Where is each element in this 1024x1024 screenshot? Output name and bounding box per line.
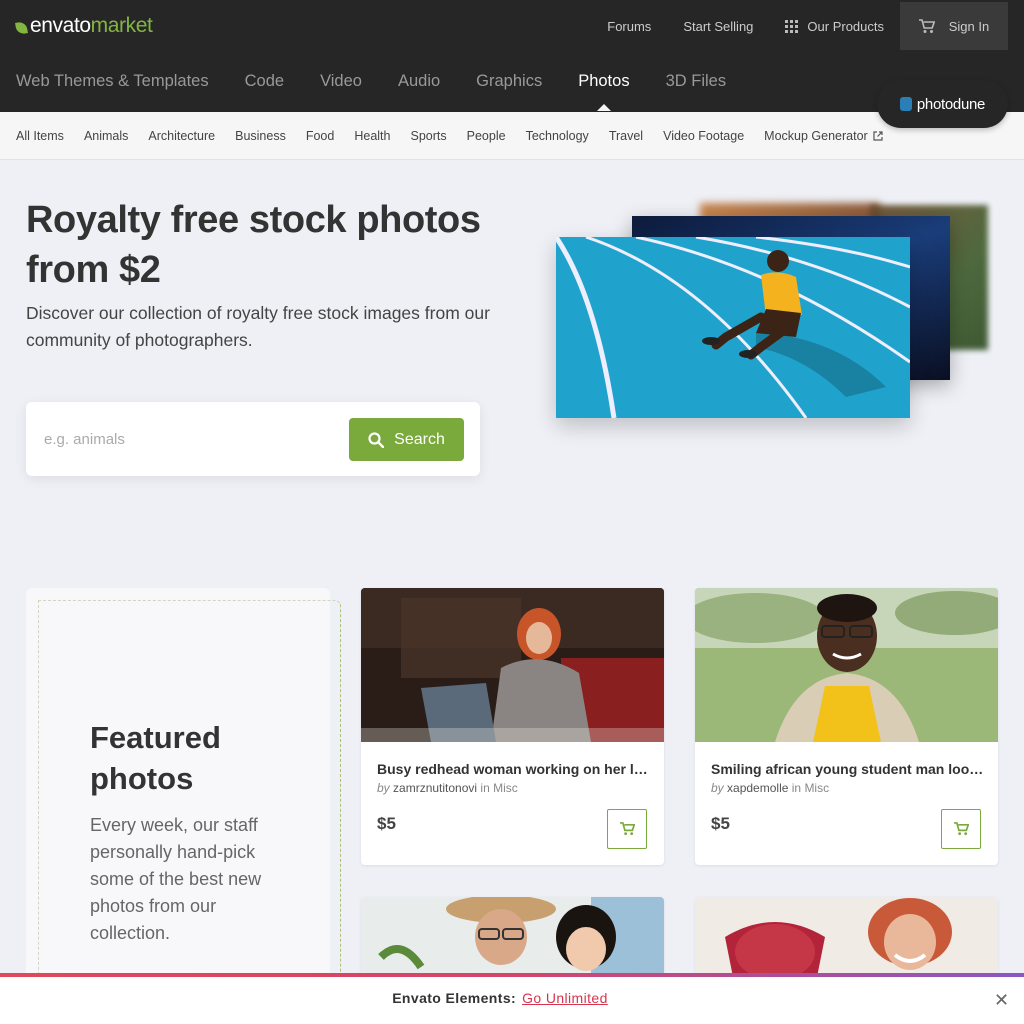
external-link-icon — [873, 130, 883, 141]
featured-title: Featured photos — [90, 720, 221, 796]
cat-video-footage[interactable]: Video Footage — [663, 129, 744, 143]
byline-in: in — [791, 781, 802, 795]
banner-text: Envato Elements: Go Unlimited — [0, 990, 1000, 1006]
cat-people[interactable]: People — [467, 129, 506, 143]
byline-in: in — [480, 781, 490, 795]
product-thumbnail[interactable] — [695, 588, 998, 742]
cart-icon — [953, 822, 969, 836]
nav-video[interactable]: Video — [320, 72, 362, 91]
product-category[interactable]: Misc — [493, 781, 518, 795]
cart-icon — [619, 822, 635, 836]
page-subtitle: Discover our collection of royalty free … — [26, 303, 490, 350]
photodune-icon — [899, 97, 912, 111]
product-price: $5 — [377, 814, 396, 833]
page-title: Royalty free stock photos from $2 — [26, 199, 481, 291]
product-price: $5 — [711, 814, 730, 833]
product-thumbnail[interactable] — [361, 588, 664, 742]
logo-market: market — [90, 14, 153, 37]
cat-travel[interactable]: Travel — [609, 129, 643, 143]
our-products-label: Our Products — [807, 18, 884, 34]
nav-graphics[interactable]: Graphics — [476, 72, 542, 91]
cart-icon — [918, 18, 935, 33]
sign-in-button[interactable]: Sign In — [900, 2, 1008, 50]
promo-banner: Envato Elements: Go Unlimited ✕ — [0, 973, 1024, 1024]
cat-technology[interactable]: Technology — [526, 129, 589, 143]
forums-link[interactable]: Forums — [607, 19, 651, 34]
product-category[interactable]: Misc — [804, 781, 829, 795]
search-input[interactable] — [44, 424, 344, 454]
banner-stripe — [0, 973, 1024, 977]
product-card[interactable]: Busy redhead woman working on her laptop… — [361, 588, 664, 865]
search-icon — [368, 431, 385, 448]
product-author[interactable]: zamrznutitonovi — [393, 781, 477, 795]
add-to-cart-button[interactable] — [607, 809, 647, 849]
category-nav: All Items Animals Architecture Business … — [0, 112, 1024, 160]
logo-envato: envato — [30, 14, 91, 37]
top-header: envato market Forums Start Selling Our Pr… — [0, 0, 1024, 112]
byline-by: by — [377, 781, 390, 795]
our-products-menu[interactable]: Our Products — [785, 19, 884, 34]
start-selling-link[interactable]: Start Selling — [683, 19, 753, 34]
top-links: Forums Start Selling Our Products Sign I… — [575, 0, 1008, 52]
featured-description: Every week, our staff personally hand-pi… — [90, 815, 262, 943]
banner-label: Envato Elements: — [392, 990, 517, 1006]
cat-mockup-generator[interactable]: Mockup Generator — [764, 129, 883, 143]
nav-code[interactable]: Code — [245, 72, 284, 91]
sign-in-label: Sign In — [948, 18, 990, 34]
product-byline: by zamrznutitonovi in Misc — [377, 781, 518, 795]
go-unlimited-link[interactable]: Go Unlimited — [522, 990, 608, 1006]
nav-photos[interactable]: Photos — [578, 72, 630, 111]
byline-by: by — [711, 781, 724, 795]
search-button[interactable]: Search — [349, 418, 464, 461]
cat-architecture[interactable]: Architecture — [148, 129, 215, 143]
product-byline: by xapdemolle in Misc — [711, 781, 829, 795]
add-to-cart-button[interactable] — [941, 809, 981, 849]
envato-market-logo[interactable]: envato market — [15, 14, 153, 38]
search-box: Search — [26, 402, 480, 476]
product-title[interactable]: Smiling african young student man lookin… — [711, 761, 986, 777]
cat-animals[interactable]: Animals — [84, 129, 128, 143]
nav-3d-files[interactable]: 3D Files — [666, 72, 727, 91]
photodune-badge[interactable]: photodune — [877, 80, 1008, 128]
close-icon[interactable]: ✕ — [994, 990, 1009, 1011]
product-title[interactable]: Busy redhead woman working on her laptop — [377, 761, 652, 777]
product-card[interactable]: Smiling african young student man lookin… — [695, 588, 998, 865]
nav-audio[interactable]: Audio — [398, 72, 440, 91]
cat-all-items[interactable]: All Items — [16, 129, 64, 143]
cat-health[interactable]: Health — [354, 129, 390, 143]
cat-sports[interactable]: Sports — [410, 129, 446, 143]
photodune-label: photodune — [916, 95, 986, 113]
nav-web-themes[interactable]: Web Themes & Templates — [16, 72, 209, 91]
leaf-icon — [15, 20, 28, 35]
grid-icon — [785, 19, 799, 33]
product-author[interactable]: xapdemolle — [727, 781, 788, 795]
search-button-label: Search — [394, 430, 445, 448]
cat-business[interactable]: Business — [235, 129, 286, 143]
cat-food[interactable]: Food — [306, 129, 335, 143]
hero-photo-athlete — [556, 237, 910, 418]
main-nav: Web Themes & Templates Code Video Audio … — [16, 72, 762, 111]
cat-mockup-generator-label: Mockup Generator — [764, 128, 868, 143]
